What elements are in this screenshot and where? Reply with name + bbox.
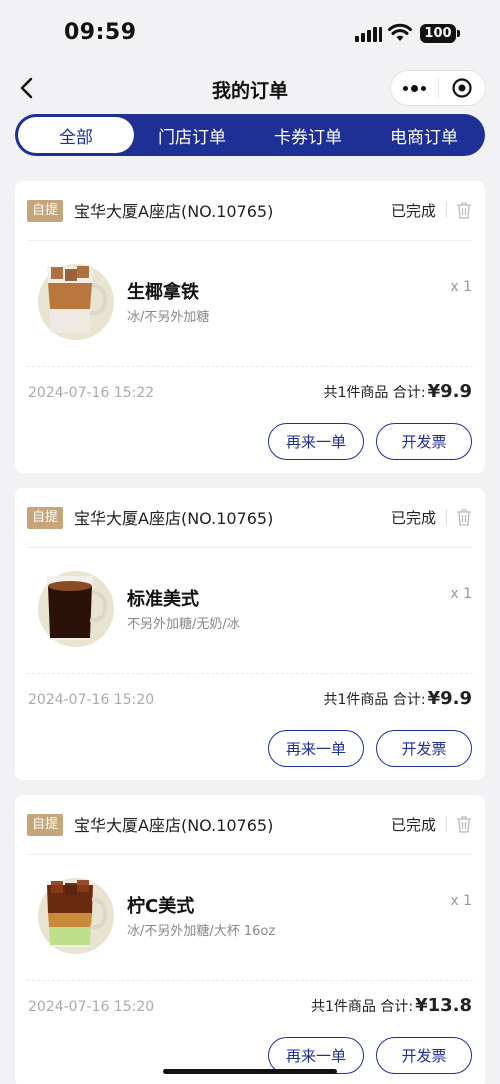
signal-icon (355, 26, 382, 42)
invoice-button[interactable]: 开发票 (376, 730, 472, 767)
tab-store-orders[interactable]: 门店订单 (134, 117, 250, 153)
order-total: ¥9.9 (427, 688, 472, 709)
target-icon[interactable] (439, 70, 485, 106)
product-name: 柠C美式 (127, 896, 195, 917)
invoice-button[interactable]: 开发票 (376, 1037, 472, 1074)
reorder-button[interactable]: 再来一单 (268, 423, 364, 460)
pickup-tag: 自提 (27, 200, 64, 222)
product-spec: 冰/不另外加糖/大杯 16oz (127, 924, 276, 939)
order-card: 自提 宝华大厦A座店(NO.10765) 已完成 生椰拿铁 冰/不另外加糖 x … (15, 181, 485, 473)
home-indicator (163, 1069, 337, 1074)
nav-bar: 我的订单 (0, 64, 500, 112)
reorder-button[interactable]: 再来一单 (268, 730, 364, 767)
status-bar: 09:59 100 (0, 0, 500, 64)
pickup-tag: 自提 (27, 507, 64, 529)
order-card: 自提 宝华大厦A座店(NO.10765) 已完成 柠C美式 冰/不另外加糖/大杯… (15, 795, 485, 1084)
order-summary: 共1件商品 合计: ¥9.9 (324, 381, 473, 402)
trash-icon[interactable] (456, 815, 472, 833)
store-name: 宝华大厦A座店(NO.10765) (74, 509, 274, 528)
order-summary: 共1件商品 合计: ¥9.9 (324, 688, 473, 709)
order-total: ¥9.9 (427, 381, 472, 402)
order-date: 2024-07-16 15:22 (28, 385, 155, 401)
order-total: ¥13.8 (415, 995, 472, 1016)
order-date: 2024-07-16 15:20 (28, 999, 155, 1015)
product-name: 生椰拿铁 (127, 282, 199, 303)
order-summary: 共1件商品 合计: ¥13.8 (311, 995, 472, 1016)
order-card: 自提 宝华大厦A座店(NO.10765) 已完成 标准美式 不另外加糖/无奶/冰… (15, 488, 485, 780)
more-icon[interactable] (391, 70, 438, 106)
product-image (38, 264, 114, 340)
pickup-tag: 自提 (27, 814, 64, 836)
product-image (38, 878, 114, 954)
mini-program-capsule (390, 70, 486, 106)
order-tabs: 全部 门店订单 卡券订单 电商订单 (15, 114, 485, 156)
trash-icon[interactable] (456, 508, 472, 526)
clock: 09:59 (64, 20, 137, 45)
summary-label: 共1件商品 合计: (323, 385, 426, 401)
trash-icon[interactable] (456, 201, 472, 219)
product-qty: x 1 (450, 893, 472, 909)
battery-icon: 100 (420, 24, 460, 43)
product-qty: x 1 (450, 279, 472, 295)
order-date: 2024-07-16 15:20 (28, 692, 155, 708)
product-spec: 不另外加糖/无奶/冰 (127, 617, 240, 632)
product-spec: 冰/不另外加糖 (127, 310, 210, 325)
tab-ecommerce-orders[interactable]: 电商订单 (366, 117, 482, 153)
wifi-icon (388, 23, 412, 41)
product-qty: x 1 (450, 586, 472, 602)
product-image (38, 571, 114, 647)
tab-all[interactable]: 全部 (18, 117, 134, 153)
invoice-button[interactable]: 开发票 (376, 423, 472, 460)
summary-label: 共1件商品 合计: (323, 692, 426, 708)
product-name: 标准美式 (127, 589, 199, 610)
order-status: 已完成 (391, 202, 437, 220)
store-name: 宝华大厦A座店(NO.10765) (74, 202, 274, 221)
order-status: 已完成 (391, 509, 437, 527)
tab-voucher-orders[interactable]: 卡券订单 (250, 117, 366, 153)
summary-label: 共1件商品 合计: (310, 999, 414, 1015)
store-name: 宝华大厦A座店(NO.10765) (74, 816, 274, 835)
order-status: 已完成 (391, 816, 437, 834)
